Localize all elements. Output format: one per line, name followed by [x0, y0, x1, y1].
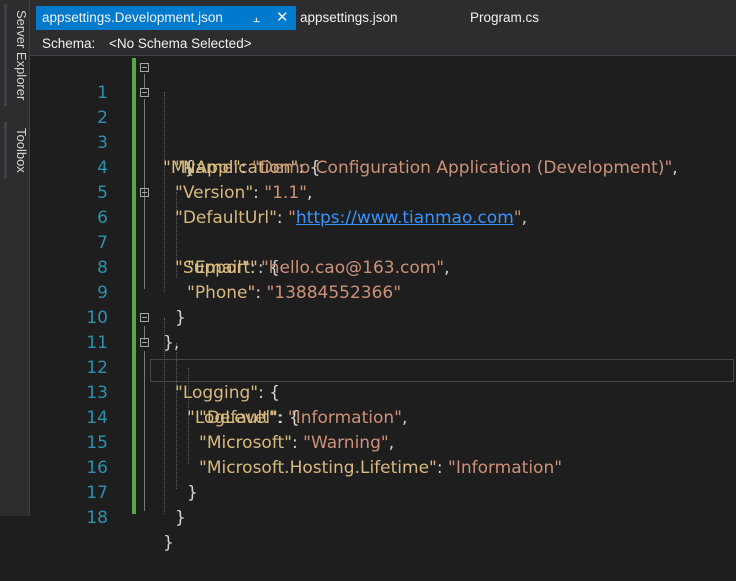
code-line: 5 "DefaultUrl": "https://www.tianmao.com… — [30, 156, 736, 228]
code-line: 17 } — [30, 456, 736, 528]
code-line: 15 "Microsoft.Hosting.Lifetime": "Inform… — [30, 406, 736, 478]
side-tool-strip: Server Explorer Toolbox — [0, 0, 30, 516]
code-line: 4 "Version": "1.1", — [30, 131, 736, 203]
code-line: 7 "Email": "hello.cao@163.com", — [30, 206, 736, 278]
server-explorer-tab[interactable]: Server Explorer — [4, 4, 29, 107]
schema-bar: Schema: <No Schema Selected> — [30, 33, 736, 56]
code-line: 10 }, — [30, 281, 736, 353]
close-icon[interactable]: ✕ — [276, 6, 289, 30]
tab-label: Program.cs — [470, 10, 540, 25]
collapse-icon[interactable] — [140, 63, 149, 72]
code-line: 2 "MyApplication": { — [30, 81, 736, 178]
code-line: 1 { — [30, 56, 736, 178]
code-line: 14 "Microsoft": "Warning", — [30, 381, 736, 453]
code-line: 9 } — [30, 256, 736, 328]
schema-selector[interactable]: <No Schema Selected> — [109, 33, 252, 55]
collapse-icon[interactable] — [140, 188, 149, 197]
brace: } — [175, 508, 186, 528]
code-line: 11 "Logging": { — [30, 306, 736, 403]
code-line: 18 } — [30, 481, 736, 553]
line-number: 18 — [86, 508, 108, 528]
code-line: 16 } — [30, 431, 736, 503]
tab-label: appsettings.json — [300, 10, 398, 25]
code-editor[interactable]: 1 { 2 "MyApplication": { 3 "Name": "Demo… — [30, 56, 736, 553]
brace: } — [163, 533, 174, 553]
pin-icon[interactable]: ⫠ — [253, 6, 260, 30]
tab-appsettings-development[interactable]: appsettings.Development.json ⫠ ✕ — [36, 6, 296, 30]
collapse-icon[interactable] — [140, 338, 149, 347]
tab-label: appsettings.Development.json — [42, 10, 223, 25]
code-text: } — [163, 531, 174, 556]
schema-label: Schema: — [42, 36, 96, 51]
code-line: 13 "Default": "Information", — [30, 356, 736, 428]
document-tab-bar: appsettings.Development.json ⫠ ✕ appsett… — [30, 0, 736, 34]
code-line: 12 "LogLevel": { — [30, 331, 736, 428]
collapse-icon[interactable] — [140, 88, 149, 97]
code-line: 3 "Name": "Demo Configuration Applicatio… — [30, 106, 736, 178]
tab-program-cs[interactable]: Program.cs — [470, 6, 539, 30]
tab-appsettings[interactable]: appsettings.json — [300, 6, 398, 30]
code-line: 8 "Phone": "13884552366" — [30, 231, 736, 303]
collapse-icon[interactable] — [140, 313, 149, 322]
code-text: } — [175, 506, 186, 531]
code-line: 6 "Support": { — [30, 181, 736, 278]
toolbox-tab[interactable]: Toolbox — [4, 122, 29, 179]
